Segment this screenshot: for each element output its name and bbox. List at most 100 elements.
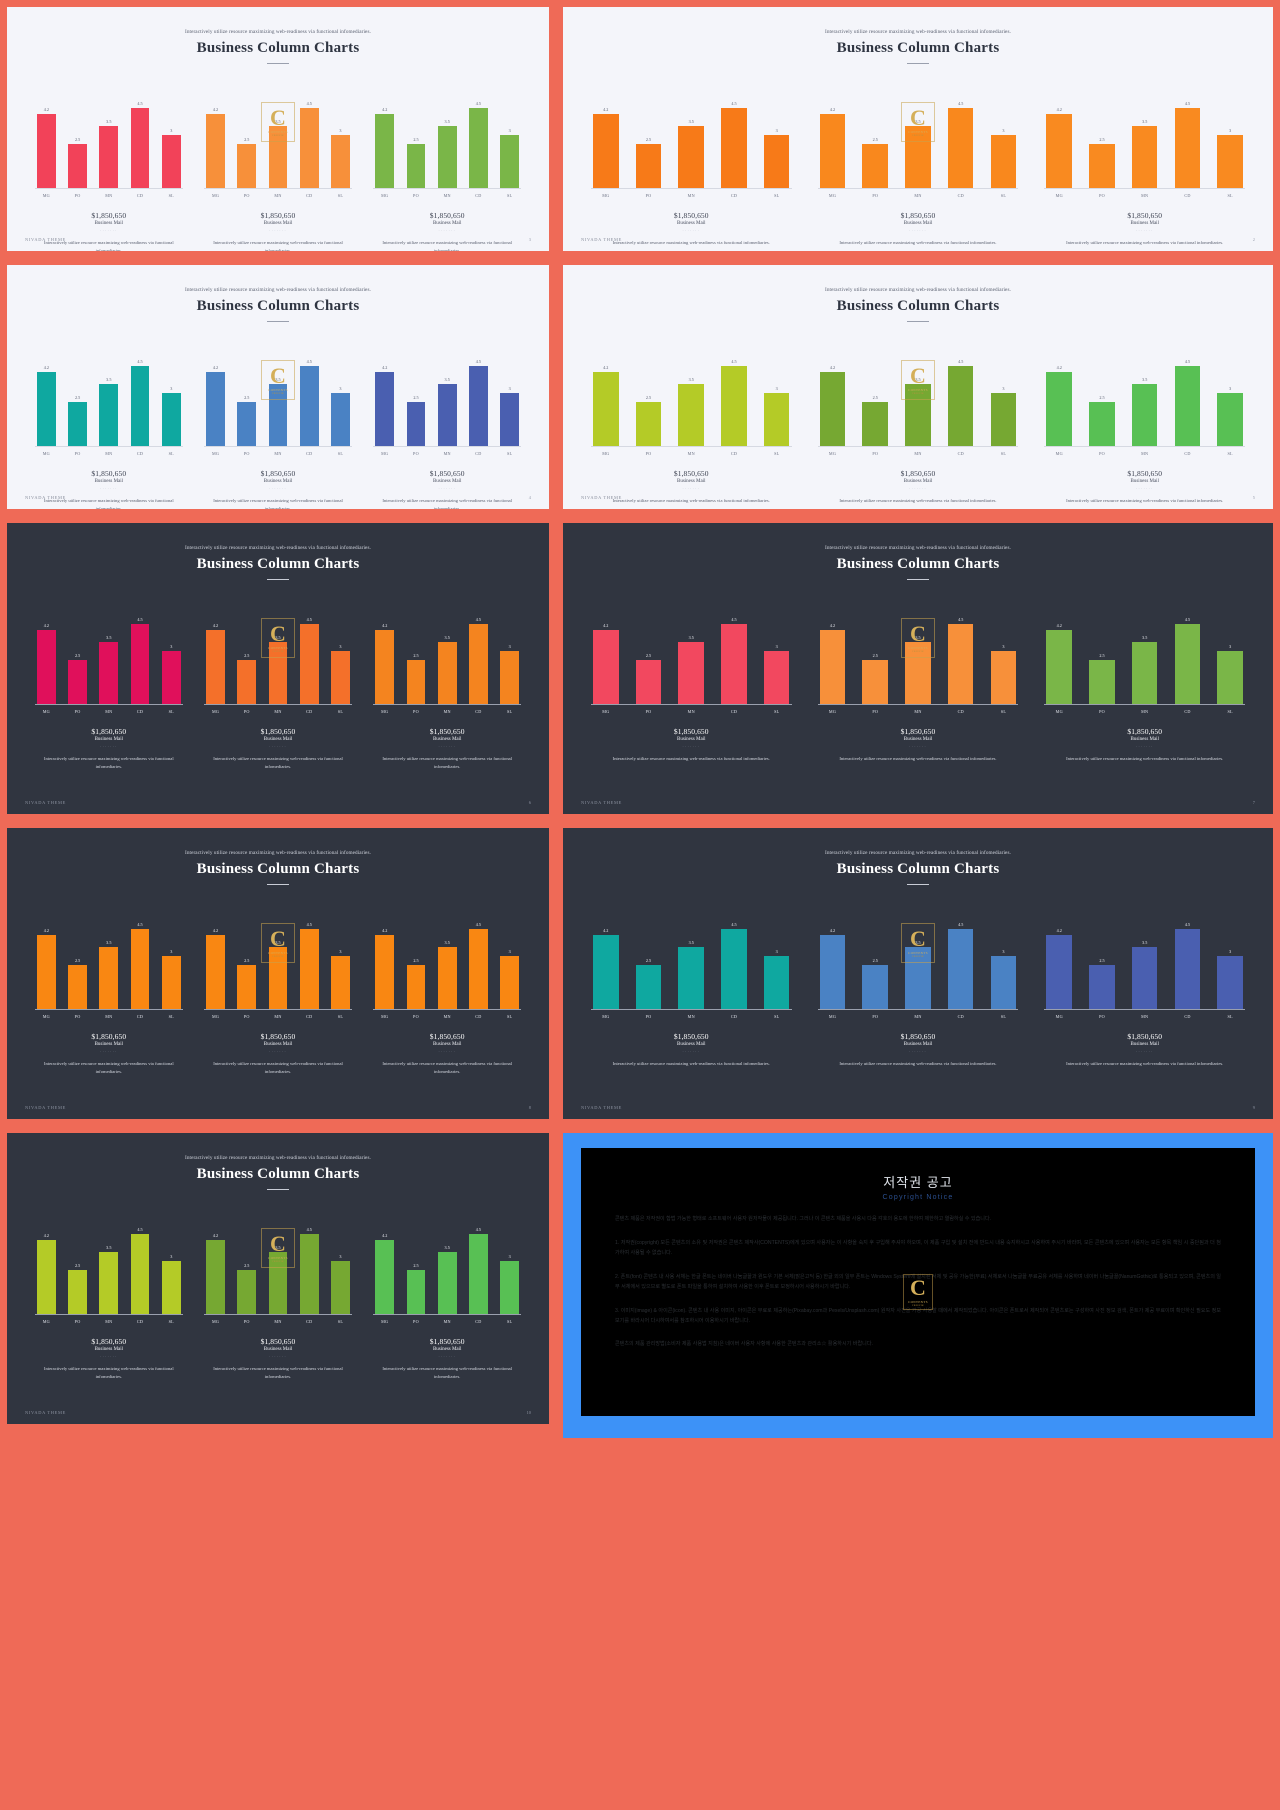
slide-panel-7[interactable]: Interactively utilize resource maximizin…: [0, 821, 556, 1126]
chart-column: 4.2 2.5 3.5 4.5 3 C CONTENTS FREEPIK MG P…: [200, 80, 356, 251]
slide-panel-6[interactable]: Interactively utilize resource maximizin…: [556, 516, 1280, 821]
x-axis-label: PO: [74, 1319, 81, 1324]
copyright-title: 저작권 공고: [883, 1175, 953, 1190]
bar-value-label: 4.5: [731, 922, 737, 928]
bar: [1131, 384, 1158, 446]
x-axis-labels: MG PO MN CD SL: [31, 451, 187, 456]
bar: [99, 384, 119, 446]
grid-cell: Interactively utilize resource maximizin…: [0, 0, 556, 258]
x-axis-label: SL: [1227, 1014, 1233, 1019]
copyright-watermark-logo: C CONTENTS FREEPIK: [903, 1274, 933, 1310]
amount-value: $1,850,650: [673, 727, 709, 736]
bar-group: 3.5: [1131, 338, 1158, 446]
bar-value-label: 2.5: [872, 394, 878, 400]
amount-value: $1,850,650: [673, 211, 709, 220]
slide-subtitle: Interactively utilize resource maximizin…: [825, 287, 1011, 293]
bar-group: 2.5: [635, 596, 662, 704]
bar: [1131, 947, 1158, 1009]
slide-panel-5[interactable]: Interactively utilize resource maximizin…: [0, 516, 556, 821]
chart-column: 4.2 2.5 3.5 4.5 3 MG PO MN CD SL $1,850,650 …: [587, 338, 796, 505]
bar-value-label: 2.5: [645, 957, 652, 963]
x-axis-line: [35, 188, 183, 189]
bar-value-label: 4.2: [382, 364, 388, 370]
amount-caption: Business Mail: [677, 1042, 706, 1047]
slide-panel-1[interactable]: Interactively utilize resource maximizin…: [0, 0, 556, 258]
x-axis-labels: MG PO MN CD SL: [1040, 709, 1249, 714]
slide-panel-9[interactable]: Interactively utilize resource maximizin…: [0, 1126, 556, 1431]
bar: [1217, 650, 1243, 704]
grid-cell: Interactively utilize resource maximizin…: [556, 821, 1280, 1126]
bar-group: 4.2: [37, 596, 56, 704]
bar-group: 3: [1217, 596, 1243, 704]
x-axis-label: MG: [211, 709, 220, 714]
bar-value-label: 4.5: [137, 922, 143, 928]
bar-group: 4.5: [1174, 338, 1201, 446]
chart-column: 4.2 2.5 3.5 4.5 3 MG PO MN CD SL $1,850,650 …: [587, 80, 796, 247]
bar-value-label: 4.2: [212, 1232, 219, 1238]
x-axis-label: MG: [381, 451, 389, 456]
bar-value-label: 3.5: [106, 1245, 112, 1251]
title-divider: [267, 321, 289, 322]
bar: [990, 134, 1017, 188]
x-axis-line: [35, 1009, 183, 1010]
bar-chart-plot: 4.2 2.5 3.5 4.5 3 C CONTENTS FREEPIK: [200, 596, 356, 704]
slide-footer-brand: NIVADA THEME: [581, 237, 623, 242]
x-axis-label: MG: [828, 193, 837, 198]
x-axis-label: PO: [74, 709, 81, 714]
x-axis-labels: MG PO MN CD SL: [369, 1014, 525, 1019]
bar-value-label: 3.5: [275, 635, 281, 641]
dot-divider: ·······: [909, 486, 927, 491]
bar-value-label: 4.5: [137, 359, 143, 365]
bar-group: 2.5: [862, 338, 889, 446]
bar: [635, 964, 662, 1009]
bar-group: 3.5: [1131, 901, 1158, 1009]
bar-value-label: 4.2: [382, 622, 388, 628]
chart-column: 4.2 2.5 3.5 4.5 3 C CONTENTS FREEPIK MG P…: [200, 596, 356, 770]
bar: [721, 108, 747, 188]
title-divider: [907, 579, 929, 580]
x-axis-label: PO: [243, 709, 250, 714]
bar-value-label: 3.5: [688, 940, 694, 946]
bar-group: 3.5: [678, 80, 705, 188]
bar-chart-plot: 4.2 2.5 3.5 4.5 3 C CONTENTS FREEPIK: [200, 1206, 356, 1314]
chart-column: 4.2 2.5 3.5 4.5 3 C CONTENTS FREEPIK MG P…: [200, 901, 356, 1075]
dot-divider: ·······: [438, 744, 457, 749]
x-axis-label: MG: [42, 451, 50, 456]
bar-group: 4.2: [206, 80, 225, 188]
chart-column: 4.2 2.5 3.5 4.5 3 MG PO MN CD SL $1,850,650 …: [1040, 901, 1249, 1068]
bar-value-label: 4.2: [382, 1232, 388, 1238]
amount-value: $1,850,650: [429, 469, 465, 478]
slide-panel-3[interactable]: Interactively utilize resource maximizin…: [0, 258, 556, 516]
bar-value-label: 3: [1229, 127, 1232, 133]
x-axis-label: PO: [413, 1319, 419, 1324]
bar-value-label: 4.5: [958, 359, 964, 365]
bar-value-label: 3: [1002, 127, 1005, 133]
chart-description: Interactively utilize resource maximizin…: [44, 756, 174, 769]
chart-column: 4.2 2.5 3.5 4.5 3 MG PO MN CD SL $1,850,650 …: [31, 1206, 187, 1380]
x-axis-labels: MG PO MN CD SL: [587, 451, 796, 456]
slide-footer-brand: NIVADA THEME: [581, 1105, 623, 1110]
amount-value: $1,850,650: [260, 211, 296, 220]
bar-group: 3: [331, 80, 350, 188]
x-axis-labels: MG PO MN CD SL: [814, 709, 1023, 714]
slide-panel-8[interactable]: Interactively utilize resource maximizin…: [556, 821, 1280, 1126]
bar-group: 3: [500, 338, 519, 446]
x-axis-label: MG: [602, 1014, 610, 1019]
x-axis-label: SL: [506, 451, 513, 456]
slide-page-number: 7: [1252, 800, 1255, 805]
slide-subtitle: Interactively utilize resource maximizin…: [825, 29, 1011, 35]
bar-value-label: 3: [775, 643, 778, 649]
bar-group: 2.5: [635, 338, 662, 446]
chart-description: Interactively utilize resource maximizin…: [382, 498, 512, 511]
slide-panel-2[interactable]: Interactively utilize resource maximizin…: [556, 0, 1280, 258]
x-axis-label: MN: [443, 451, 451, 456]
bar-value-label: 4.2: [603, 364, 609, 370]
chart-column: 4.2 2.5 3.5 4.5 3 MG PO MN CD SL $1,850,650 …: [369, 596, 525, 770]
bar: [406, 143, 426, 188]
bar-value-label: 4.5: [1184, 617, 1191, 623]
bar-group: 4.2: [375, 80, 395, 188]
bar-group: 4.2: [37, 1206, 56, 1314]
amount-caption: Business Mail: [432, 479, 462, 484]
bar: [331, 392, 350, 446]
slide-panel-4[interactable]: Interactively utilize resource maximizin…: [556, 258, 1280, 516]
